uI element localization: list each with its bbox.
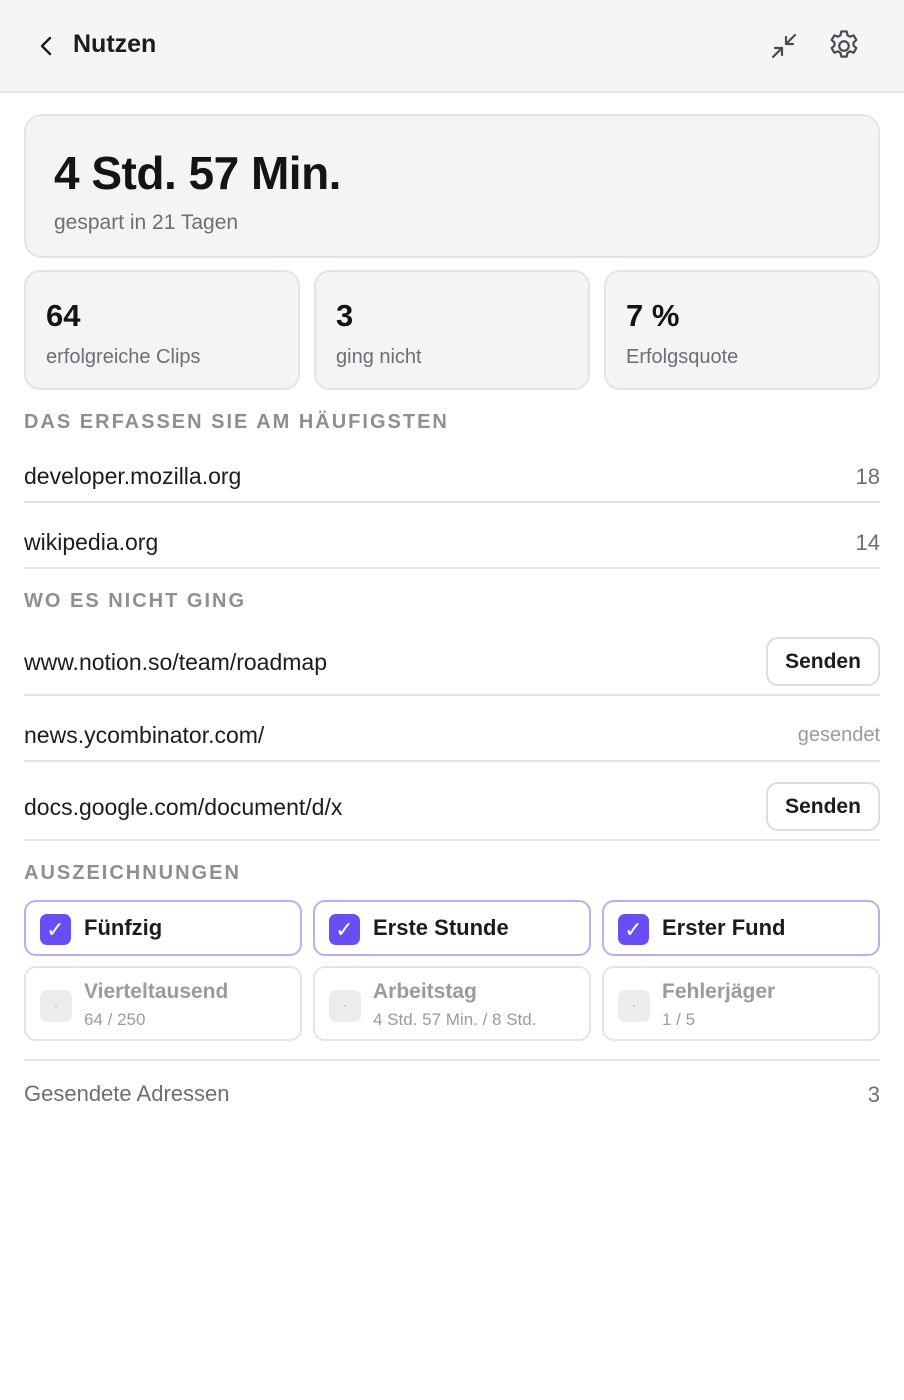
failure-url: news.ycombinator.com/ <box>24 722 265 748</box>
award-title: Fehlerjäger <box>662 980 776 1003</box>
send-button[interactable]: Senden <box>766 782 880 831</box>
collapse-button[interactable] <box>766 28 802 64</box>
failure-url: docs.google.com/document/d/x <box>24 794 343 820</box>
locked-placeholder-icon: · <box>329 990 361 1022</box>
locked-placeholder-icon: · <box>618 990 650 1022</box>
checkmark-icon: ✓ <box>618 914 649 945</box>
awards-heading: AUSZEICHNUNGEN <box>24 862 241 884</box>
divider <box>24 1059 880 1061</box>
award-progress: 64 / 250 <box>84 1010 146 1029</box>
time-saved-card: 4 Std. 57 Min. gespart in 21 Tagen <box>24 114 880 258</box>
failures-heading: WO ES NICHT GING <box>24 590 246 612</box>
award-title: Arbeitstag <box>373 980 477 1003</box>
top-sites-heading: DAS ERFASSEN SIE AM HÄUFIGSTEN <box>24 411 449 433</box>
award-locked: · Arbeitstag 4 Std. 57 Min. / 8 Std. <box>313 966 591 1041</box>
gear-icon <box>830 30 858 58</box>
stat-label: ging nicht <box>336 346 422 368</box>
stat-card-successful-clips: 64 erfolgreiche Clips <box>24 270 300 390</box>
award-locked: · Fehlerjäger 1 / 5 <box>602 966 880 1041</box>
checkmark-icon: ✓ <box>40 914 71 945</box>
top-site-row: wikipedia.org 14 <box>24 503 880 569</box>
award-earned: ✓ Fünfzig <box>24 900 302 956</box>
minimize-icon <box>771 33 797 59</box>
stat-card-failed: 3 ging nicht <box>314 270 590 390</box>
award-locked: · Vierteltausend 64 / 250 <box>24 966 302 1041</box>
back-button[interactable] <box>34 30 62 62</box>
top-site-count: 18 <box>855 464 880 489</box>
locked-placeholder-icon: · <box>40 990 72 1022</box>
send-button[interactable]: Senden <box>766 637 880 686</box>
top-site-domain: developer.mozilla.org <box>24 463 242 489</box>
sent-status: gesendet <box>797 724 880 746</box>
award-title: Erster Fund <box>662 915 786 940</box>
stat-card-success-rate: 7 % Erfolgsquote <box>604 270 880 390</box>
failure-url: www.notion.so/team/roadmap <box>24 649 327 675</box>
checkmark-icon: ✓ <box>329 914 360 945</box>
sent-addresses-label: Gesendete Adressen <box>24 1081 230 1106</box>
chevron-left-icon <box>40 36 52 56</box>
top-site-domain: wikipedia.org <box>24 529 159 555</box>
award-earned: ✓ Erster Fund <box>602 900 880 956</box>
stat-value: 64 <box>46 298 81 333</box>
award-title: Erste Stunde <box>373 915 509 940</box>
award-title: Fünfzig <box>84 915 163 940</box>
sent-addresses-count: 3 <box>867 1082 880 1107</box>
stat-label: erfolgreiche Clips <box>46 346 201 368</box>
settings-button[interactable] <box>825 27 863 65</box>
failure-row: docs.google.com/document/d/x Senden <box>24 762 880 841</box>
stat-value: 3 <box>336 298 354 333</box>
failure-row: news.ycombinator.com/ gesendet <box>24 696 880 762</box>
failure-row: www.notion.so/team/roadmap Senden <box>24 626 880 696</box>
stat-value: 7 % <box>626 298 680 333</box>
stat-label: Erfolgsquote <box>626 346 739 368</box>
top-site-count: 14 <box>855 530 880 555</box>
award-title: Vierteltausend <box>84 980 229 1003</box>
time-saved-value: 4 Std. 57 Min. <box>54 147 341 199</box>
top-site-row: developer.mozilla.org 18 <box>24 447 880 503</box>
page-title: Nutzen <box>73 30 157 58</box>
award-progress: 4 Std. 57 Min. / 8 Std. <box>373 1010 537 1029</box>
time-saved-caption: gespart in 21 Tagen <box>54 211 239 234</box>
award-progress: 1 / 5 <box>662 1010 696 1029</box>
award-earned: ✓ Erste Stunde <box>313 900 591 956</box>
top-bar: Nutzen <box>0 0 904 93</box>
